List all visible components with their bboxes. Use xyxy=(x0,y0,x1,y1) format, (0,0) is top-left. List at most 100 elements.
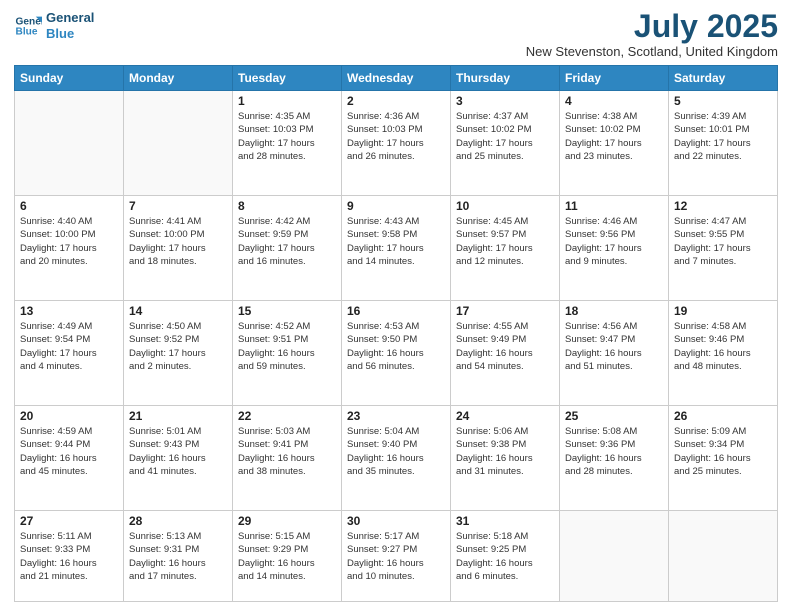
day-info: Sunrise: 5:01 AM Sunset: 9:43 PM Dayligh… xyxy=(129,425,227,478)
day-number: 26 xyxy=(674,409,772,423)
calendar-day-header: Monday xyxy=(124,66,233,91)
calendar-cell: 27 Sunrise: 5:11 AM Sunset: 9:33 PM Dayli… xyxy=(15,511,124,602)
day-number: 7 xyxy=(129,199,227,213)
calendar-cell: 7 Sunrise: 4:41 AM Sunset: 10:00 PM Dayli… xyxy=(124,196,233,301)
day-info: Sunrise: 4:52 AM Sunset: 9:51 PM Dayligh… xyxy=(238,320,336,373)
logo-text-line2: Blue xyxy=(46,26,94,42)
day-info: Sunrise: 5:08 AM Sunset: 9:36 PM Dayligh… xyxy=(565,425,663,478)
day-number: 16 xyxy=(347,304,445,318)
calendar-cell: 16 Sunrise: 4:53 AM Sunset: 9:50 PM Dayli… xyxy=(342,301,451,406)
day-info: Sunrise: 5:18 AM Sunset: 9:25 PM Dayligh… xyxy=(456,530,554,583)
day-info: Sunrise: 4:37 AM Sunset: 10:02 PM Daylig… xyxy=(456,110,554,163)
day-number: 4 xyxy=(565,94,663,108)
day-info: Sunrise: 5:06 AM Sunset: 9:38 PM Dayligh… xyxy=(456,425,554,478)
page: General Blue General Blue July 2025 New … xyxy=(0,0,792,612)
calendar-cell: 15 Sunrise: 4:52 AM Sunset: 9:51 PM Dayli… xyxy=(233,301,342,406)
day-number: 27 xyxy=(20,514,118,528)
day-info: Sunrise: 5:13 AM Sunset: 9:31 PM Dayligh… xyxy=(129,530,227,583)
day-info: Sunrise: 4:36 AM Sunset: 10:03 PM Daylig… xyxy=(347,110,445,163)
day-number: 30 xyxy=(347,514,445,528)
calendar-cell: 30Sunrise: 5:17 AM Sunset: 9:27 PM Dayli… xyxy=(342,511,451,602)
day-number: 25 xyxy=(565,409,663,423)
calendar-cell: 11 Sunrise: 4:46 AM Sunset: 9:56 PM Dayli… xyxy=(560,196,669,301)
day-info: Sunrise: 4:35 AM Sunset: 10:03 PM Daylig… xyxy=(238,110,336,163)
day-number: 31 xyxy=(456,514,554,528)
day-info: Sunrise: 4:47 AM Sunset: 9:55 PM Dayligh… xyxy=(674,215,772,268)
day-info: Sunrise: 5:04 AM Sunset: 9:40 PM Dayligh… xyxy=(347,425,445,478)
header: General Blue General Blue July 2025 New … xyxy=(14,10,778,59)
day-number: 3 xyxy=(456,94,554,108)
day-number: 23 xyxy=(347,409,445,423)
calendar-cell xyxy=(124,91,233,196)
calendar-cell: 21 Sunrise: 5:01 AM Sunset: 9:43 PM Dayli… xyxy=(124,406,233,511)
day-number: 28 xyxy=(129,514,227,528)
calendar-cell xyxy=(15,91,124,196)
day-number: 12 xyxy=(674,199,772,213)
day-number: 21 xyxy=(129,409,227,423)
calendar-cell: 22 Sunrise: 5:03 AM Sunset: 9:41 PM Dayli… xyxy=(233,406,342,511)
calendar-cell: 25 Sunrise: 5:08 AM Sunset: 9:36 PM Dayli… xyxy=(560,406,669,511)
day-info: Sunrise: 4:42 AM Sunset: 9:59 PM Dayligh… xyxy=(238,215,336,268)
day-info: Sunrise: 4:49 AM Sunset: 9:54 PM Dayligh… xyxy=(20,320,118,373)
day-number: 6 xyxy=(20,199,118,213)
calendar-title: July 2025 xyxy=(526,10,778,42)
calendar-day-header: Sunday xyxy=(15,66,124,91)
calendar-cell: 8 Sunrise: 4:42 AM Sunset: 9:59 PM Daylig… xyxy=(233,196,342,301)
day-info: Sunrise: 4:56 AM Sunset: 9:47 PM Dayligh… xyxy=(565,320,663,373)
day-info: Sunrise: 4:38 AM Sunset: 10:02 PM Daylig… xyxy=(565,110,663,163)
calendar-header-row: SundayMondayTuesdayWednesdayThursdayFrid… xyxy=(15,66,778,91)
calendar-cell: 29 Sunrise: 5:15 AM Sunset: 9:29 PM Dayli… xyxy=(233,511,342,602)
day-info: Sunrise: 4:55 AM Sunset: 9:49 PM Dayligh… xyxy=(456,320,554,373)
calendar-cell: 5Sunrise: 4:39 AM Sunset: 10:01 PM Dayli… xyxy=(669,91,778,196)
day-number: 15 xyxy=(238,304,336,318)
calendar-cell: 12 Sunrise: 4:47 AM Sunset: 9:55 PM Dayli… xyxy=(669,196,778,301)
day-number: 24 xyxy=(456,409,554,423)
calendar-cell: 31 Sunrise: 5:18 AM Sunset: 9:25 PM Dayli… xyxy=(451,511,560,602)
calendar-cell: 1Sunrise: 4:35 AM Sunset: 10:03 PM Dayli… xyxy=(233,91,342,196)
day-info: Sunrise: 5:03 AM Sunset: 9:41 PM Dayligh… xyxy=(238,425,336,478)
calendar-cell: 18 Sunrise: 4:56 AM Sunset: 9:47 PM Dayli… xyxy=(560,301,669,406)
day-info: Sunrise: 4:53 AM Sunset: 9:50 PM Dayligh… xyxy=(347,320,445,373)
day-info: Sunrise: 4:43 AM Sunset: 9:58 PM Dayligh… xyxy=(347,215,445,268)
day-info: Sunrise: 4:41 AM Sunset: 10:00 PM Daylig… xyxy=(129,215,227,268)
day-info: Sunrise: 5:09 AM Sunset: 9:34 PM Dayligh… xyxy=(674,425,772,478)
calendar-day-header: Thursday xyxy=(451,66,560,91)
day-number: 18 xyxy=(565,304,663,318)
day-number: 22 xyxy=(238,409,336,423)
day-number: 10 xyxy=(456,199,554,213)
calendar-cell xyxy=(669,511,778,602)
day-number: 8 xyxy=(238,199,336,213)
day-info: Sunrise: 5:11 AM Sunset: 9:33 PM Dayligh… xyxy=(20,530,118,583)
calendar-cell: 20Sunrise: 4:59 AM Sunset: 9:44 PM Dayli… xyxy=(15,406,124,511)
day-number: 11 xyxy=(565,199,663,213)
day-info: Sunrise: 4:45 AM Sunset: 9:57 PM Dayligh… xyxy=(456,215,554,268)
logo-text-line1: General xyxy=(46,10,94,26)
day-info: Sunrise: 4:46 AM Sunset: 9:56 PM Dayligh… xyxy=(565,215,663,268)
calendar-cell: 4 Sunrise: 4:38 AM Sunset: 10:02 PM Dayli… xyxy=(560,91,669,196)
day-number: 14 xyxy=(129,304,227,318)
calendar-cell: 3 Sunrise: 4:37 AM Sunset: 10:02 PM Dayli… xyxy=(451,91,560,196)
day-info: Sunrise: 4:59 AM Sunset: 9:44 PM Dayligh… xyxy=(20,425,118,478)
title-block: July 2025 New Stevenston, Scotland, Unit… xyxy=(526,10,778,59)
calendar-cell: 2 Sunrise: 4:36 AM Sunset: 10:03 PM Dayli… xyxy=(342,91,451,196)
calendar-cell: 17Sunrise: 4:55 AM Sunset: 9:49 PM Dayli… xyxy=(451,301,560,406)
calendar-cell: 24 Sunrise: 5:06 AM Sunset: 9:38 PM Dayli… xyxy=(451,406,560,511)
day-info: Sunrise: 5:15 AM Sunset: 9:29 PM Dayligh… xyxy=(238,530,336,583)
day-number: 5 xyxy=(674,94,772,108)
day-number: 9 xyxy=(347,199,445,213)
calendar-cell xyxy=(560,511,669,602)
logo: General Blue General Blue xyxy=(14,10,94,41)
calendar-cell: 26 Sunrise: 5:09 AM Sunset: 9:34 PM Dayli… xyxy=(669,406,778,511)
day-number: 29 xyxy=(238,514,336,528)
day-info: Sunrise: 4:58 AM Sunset: 9:46 PM Dayligh… xyxy=(674,320,772,373)
calendar-cell: 23 Sunrise: 5:04 AM Sunset: 9:40 PM Dayli… xyxy=(342,406,451,511)
calendar-cell: 10 Sunrise: 4:45 AM Sunset: 9:57 PM Dayli… xyxy=(451,196,560,301)
calendar-cell: 14 Sunrise: 4:50 AM Sunset: 9:52 PM Dayli… xyxy=(124,301,233,406)
day-number: 2 xyxy=(347,94,445,108)
calendar-table: SundayMondayTuesdayWednesdayThursdayFrid… xyxy=(14,65,778,602)
day-info: Sunrise: 4:40 AM Sunset: 10:00 PM Daylig… xyxy=(20,215,118,268)
calendar-day-header: Saturday xyxy=(669,66,778,91)
day-info: Sunrise: 4:50 AM Sunset: 9:52 PM Dayligh… xyxy=(129,320,227,373)
day-number: 19 xyxy=(674,304,772,318)
calendar-day-header: Wednesday xyxy=(342,66,451,91)
